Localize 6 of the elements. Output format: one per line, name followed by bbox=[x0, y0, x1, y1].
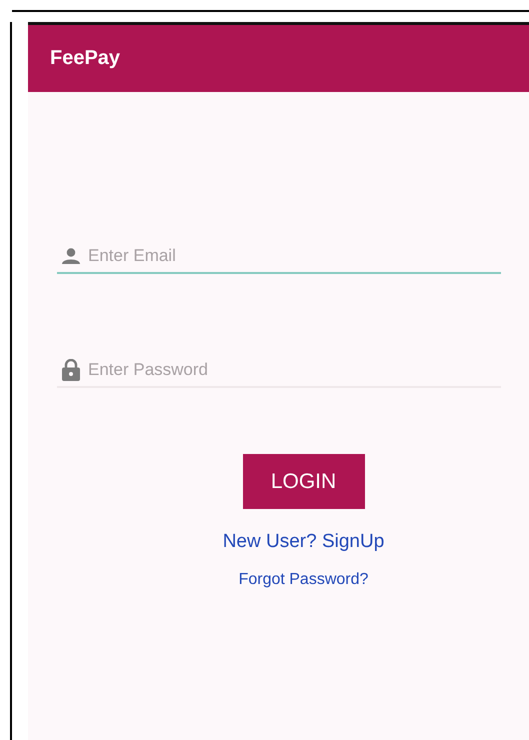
login-button[interactable]: LOGIN bbox=[242, 454, 364, 509]
lock-icon bbox=[62, 359, 80, 381]
user-icon bbox=[62, 248, 80, 264]
link[interactable]: Forgot Password? bbox=[238, 571, 368, 589]
app-title: FeePay bbox=[50, 47, 120, 70]
link[interactable]: New User? SignUp bbox=[222, 531, 384, 553]
